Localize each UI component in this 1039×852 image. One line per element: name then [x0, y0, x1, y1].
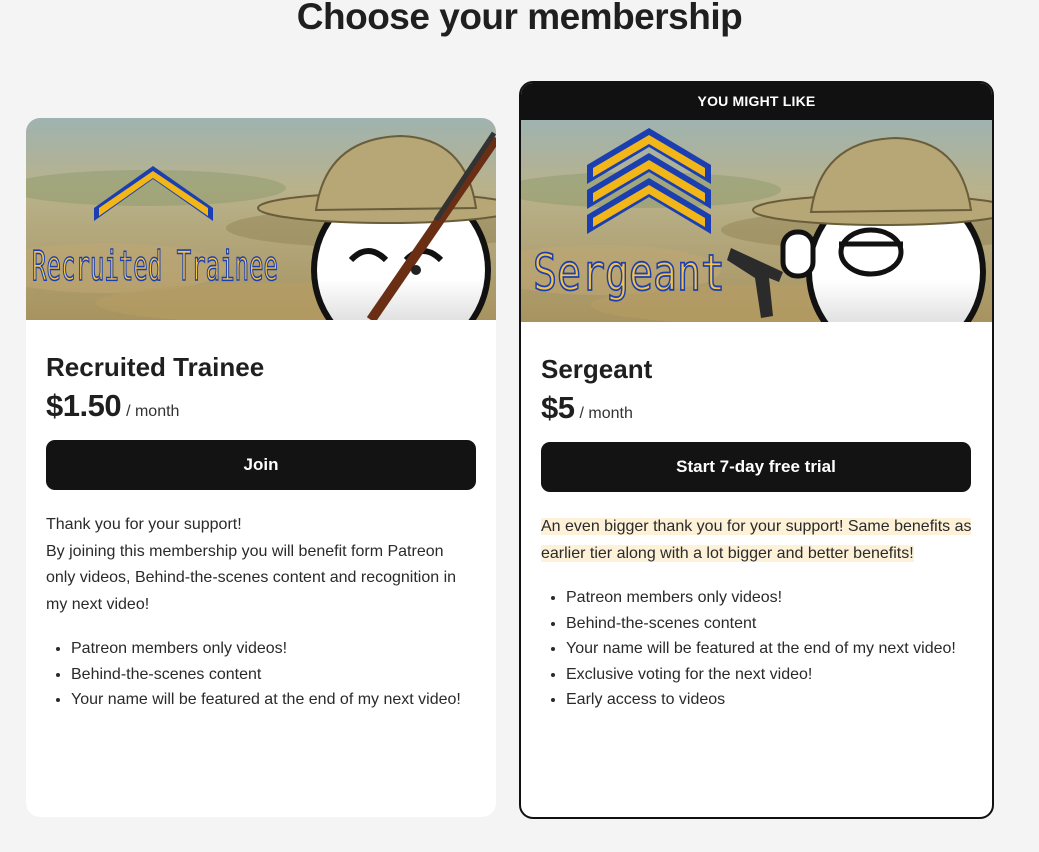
tier-description: An even bigger thank you for your suppor… — [541, 514, 972, 567]
perk-item: Patreon members only videos! — [71, 636, 476, 662]
tier-card-sergeant: YOU MIGHT LIKE Sergeant Sergeant $5 / mo… — [519, 81, 994, 819]
price-period: / month — [579, 405, 633, 422]
price-row: $1.50 / month — [46, 388, 476, 424]
tier-banner-image: Sergeant — [521, 120, 992, 322]
price-period: / month — [126, 403, 180, 420]
price-row: $5 / month — [541, 390, 972, 426]
perk-item: Your name will be featured at the end of… — [566, 636, 972, 662]
tier-price: $1.50 — [46, 388, 122, 423]
perk-item: Exclusive voting for the next video! — [566, 662, 972, 688]
highlighted-description: An even bigger thank you for your suppor… — [541, 518, 972, 562]
tier-banner-image: Recruited Trainee — [26, 118, 496, 320]
tier-price: $5 — [541, 390, 575, 425]
perks-list: Patreon members only videos! Behind-the-… — [541, 585, 972, 713]
page-title: Choose your membership — [296, 0, 743, 37]
perk-item: Early access to videos — [566, 687, 972, 713]
perk-item: Behind-the-scenes content — [566, 611, 972, 637]
perks-list: Patreon members only videos! Behind-the-… — [46, 636, 476, 713]
tier-card-recruited-trainee: Recruited Trainee Recruited Trainee $1.5… — [26, 118, 496, 817]
recommended-badge: YOU MIGHT LIKE — [521, 83, 992, 120]
tier-name: Sergeant — [541, 354, 653, 384]
svg-text:Sergeant: Sergeant — [533, 244, 725, 302]
perk-item: Your name will be featured at the end of… — [71, 687, 476, 713]
tier-name: Recruited Trainee — [46, 352, 265, 382]
tier-description: Thank you for your support! By joining t… — [46, 512, 476, 618]
description-line: By joining this membership you will bene… — [46, 542, 457, 613]
svg-text:Recruited Trainee: Recruited Trainee — [32, 242, 278, 290]
perk-item: Behind-the-scenes content — [71, 662, 476, 688]
perk-item: Patreon members only videos! — [566, 585, 972, 611]
description-line: Thank you for your support! — [46, 516, 242, 533]
join-button[interactable]: Join — [46, 440, 476, 490]
start-free-trial-button[interactable]: Start 7-day free trial — [541, 442, 971, 492]
